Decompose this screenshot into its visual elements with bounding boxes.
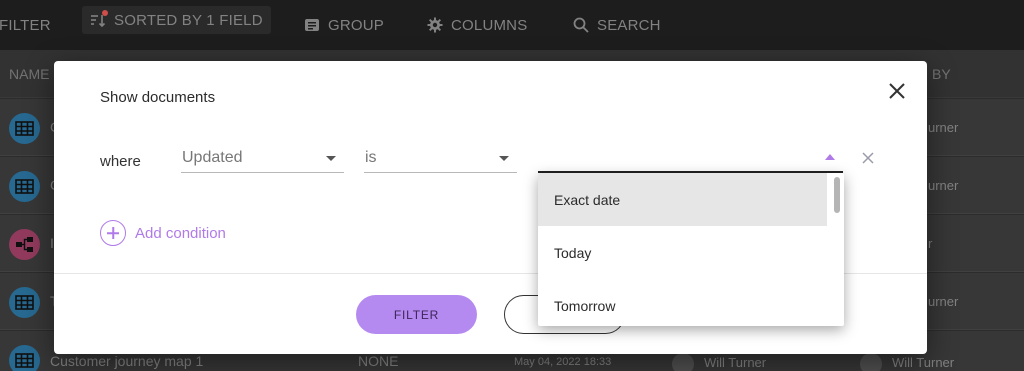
- remove-condition-icon[interactable]: [861, 151, 875, 165]
- field-select-value: Updated: [182, 149, 243, 166]
- dropdown-scrollbar[interactable]: [834, 177, 840, 213]
- filter-button[interactable]: FILTER: [356, 295, 477, 334]
- chevron-down-icon: [326, 156, 336, 161]
- operator-select[interactable]: is: [364, 145, 517, 173]
- chevron-down-icon: [499, 156, 509, 161]
- field-select[interactable]: Updated: [181, 145, 344, 173]
- close-icon[interactable]: [887, 81, 907, 101]
- chevron-up-icon: [825, 154, 835, 160]
- dropdown-option-exact-date[interactable]: Exact date: [538, 173, 827, 226]
- dropdown-option-today[interactable]: Today: [538, 226, 827, 279]
- dialog-title: Show documents: [100, 89, 216, 106]
- date-options-dropdown: Exact date Today Tomorrow: [538, 173, 844, 326]
- add-condition-label: Add condition: [135, 224, 226, 242]
- add-condition-button[interactable]: Add condition: [100, 220, 226, 246]
- where-label: where: [100, 153, 141, 170]
- dropdown-option-tomorrow[interactable]: Tomorrow: [538, 279, 827, 326]
- operator-select-value: is: [365, 149, 377, 166]
- plus-circle-icon: [100, 220, 126, 246]
- value-select[interactable]: [538, 145, 843, 173]
